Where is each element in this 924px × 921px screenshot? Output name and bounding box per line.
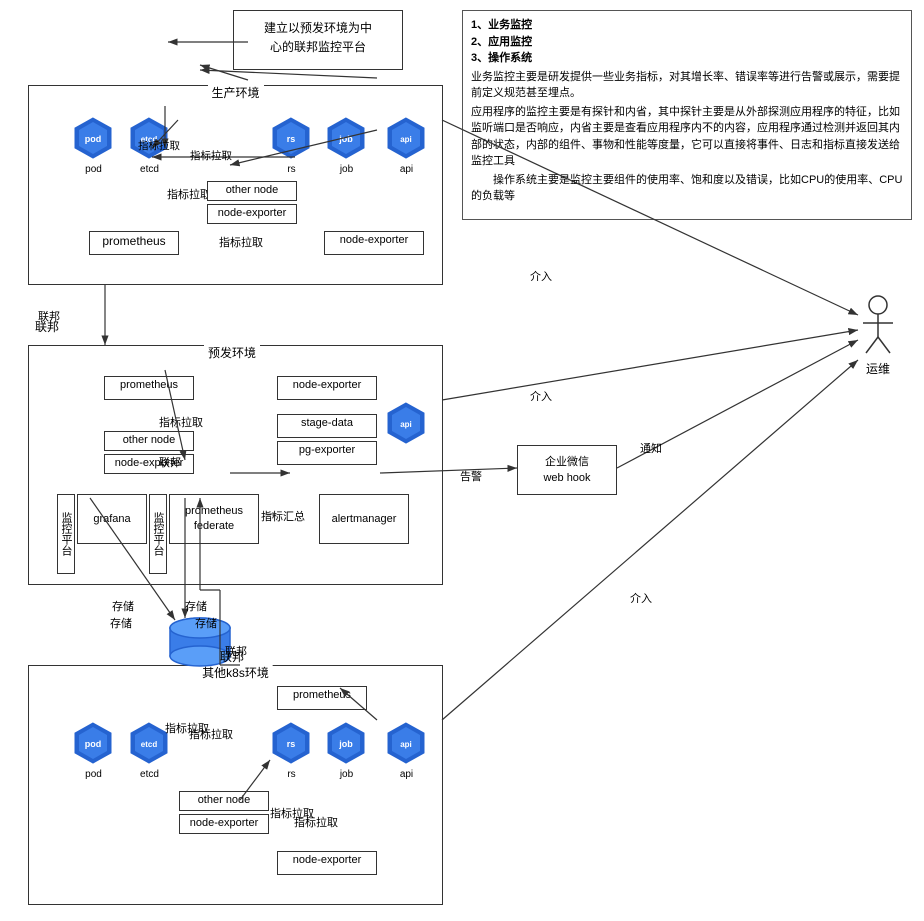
grafana: grafana xyxy=(77,494,147,544)
title-line2: 心的联邦监控平台 xyxy=(244,38,392,57)
node-exporter-other-bottom: node-exporter xyxy=(277,851,377,875)
staging-label: 预发环境 xyxy=(204,344,260,361)
alertmanager: alertmanager xyxy=(319,494,409,544)
storage2-arrow-label: 存储 xyxy=(185,598,207,614)
alert-label: 告警 xyxy=(460,468,482,484)
pod-icon-other: pod xyxy=(71,721,116,766)
svg-text:rs: rs xyxy=(287,739,296,749)
intervene3-label: 介入 xyxy=(630,590,652,606)
federate-stage-label: 联邦 xyxy=(159,454,181,470)
svg-text:job: job xyxy=(338,739,353,749)
pod-label: pod xyxy=(71,164,116,175)
api-icon-prod: api xyxy=(384,116,429,161)
note-line3: 3、操作系统 xyxy=(471,50,903,67)
pod-label-other: pod xyxy=(71,769,116,780)
svg-text:api: api xyxy=(400,740,412,749)
rs-icon-prod: rs xyxy=(269,116,314,161)
pod-icon: pod xyxy=(71,116,116,161)
metrics-pull-prod2-label: 指标拉取 xyxy=(219,234,263,250)
notify-label: 通知 xyxy=(640,440,662,456)
api-label-other: api xyxy=(384,769,429,780)
rs-icon-other: rs xyxy=(269,721,314,766)
intervene2-label: 介入 xyxy=(530,388,552,404)
other-node-stage: other node xyxy=(104,431,194,451)
svg-text:etcd: etcd xyxy=(141,740,158,749)
metrics-pull-prod-arrow-label: 指标拉取 xyxy=(138,138,180,153)
job-label-other: job xyxy=(324,769,369,780)
storage-label2: 存储 xyxy=(195,615,217,631)
prometheus-prod: prometheus xyxy=(89,231,179,255)
etcd-label: etcd xyxy=(127,164,172,175)
svg-text:job: job xyxy=(338,134,353,144)
monitor-platform-label2: 监控平台 xyxy=(149,494,167,574)
title-line1: 建立以预发环境为中 xyxy=(244,19,392,38)
other-k8s-box: 其他k8s环境 prometheus pod pod etcd etcd 指标拉… xyxy=(28,665,443,905)
other-node-other: other node xyxy=(179,791,269,811)
storage-label1: 存储 xyxy=(110,615,132,631)
svg-text:rs: rs xyxy=(287,134,296,144)
metrics-pull-stage-label: 指标拉取 xyxy=(159,414,203,430)
stage-data: stage-data xyxy=(277,414,377,438)
note-line4: 业务监控主要是研发提供一些业务指标，对其增长率、错误率等进行告警或展示，需要提前… xyxy=(471,69,903,102)
metrics-pull-prod-label: 指标拉取 xyxy=(167,186,211,202)
job-icon-prod: job xyxy=(324,116,369,161)
pg-exporter: pg-exporter xyxy=(277,441,377,465)
note-line5: 应用程序的监控主要是有探针和内省，其中探针主要是从外部探测应用程序的特征，比如监… xyxy=(471,104,903,170)
federate-prod-label: 联邦 xyxy=(38,308,60,324)
note-line6: 操作系统主要是监控主要组件的使用率、饱和度以及错误，比如CPU的使用率、CPU的… xyxy=(471,172,903,205)
note-line1: 1、业务监控 xyxy=(471,17,903,34)
metrics-pull-node-arrow-label: 指标拉取 xyxy=(190,148,232,163)
person-icon xyxy=(858,295,898,360)
prometheus-other: prometheus xyxy=(277,686,367,710)
rs-label-prod: rs xyxy=(269,164,314,175)
monitor-platform-label1: 监控平台 xyxy=(57,494,75,574)
production-label: 生产环境 xyxy=(207,84,263,101)
other-node-prod: other node xyxy=(207,181,297,201)
intervene1-label: 介入 xyxy=(530,268,552,284)
metrics-pull-other-bottom-arrow-label: 指标拉取 xyxy=(270,805,314,821)
api-icon-other: api xyxy=(384,721,429,766)
etcd-label-other: etcd xyxy=(127,769,172,780)
node-exporter-prod2: node-exporter xyxy=(324,231,424,255)
rs-label-other: rs xyxy=(269,769,314,780)
storage1-arrow-label: 存储 xyxy=(112,598,134,614)
svg-text:api: api xyxy=(400,420,412,429)
diagram: 建立以预发环境为中 心的联邦监控平台 1、业务监控 2、应用监控 3、操作系统 … xyxy=(0,0,924,921)
ops-label: 运维 xyxy=(858,360,898,377)
node-exporter-stage-top: node-exporter xyxy=(277,376,377,400)
api-icon-stage: api xyxy=(384,401,429,446)
node-exporter-other: node-exporter xyxy=(179,814,269,834)
svg-text:pod: pod xyxy=(85,134,102,144)
wechat-webhook: 企业微信web hook xyxy=(517,445,617,495)
svg-text:api: api xyxy=(400,135,412,144)
prometheus-federate: prometheusfederate xyxy=(169,494,259,544)
prometheus-stage: prometheus xyxy=(104,376,194,400)
staging-box: 预发环境 prometheus node-exporter 指标拉取 other… xyxy=(28,345,443,585)
title-box: 建立以预发环境为中 心的联邦监控平台 xyxy=(233,10,403,70)
node-exporter-prod: node-exporter xyxy=(207,204,297,224)
svg-text:pod: pod xyxy=(85,739,102,749)
metrics-pull-other-top-label: 指标拉取 xyxy=(165,720,209,736)
production-box: 生产环境 pod pod etcd etcd rs rs job job xyxy=(28,85,443,285)
job-label-prod: job xyxy=(324,164,369,175)
note-line2: 2、应用监控 xyxy=(471,34,903,51)
api-label-prod: api xyxy=(384,164,429,175)
federate-bottom-arrow-label: 联邦 xyxy=(225,643,247,659)
job-icon-other: job xyxy=(324,721,369,766)
note-box: 1、业务监控 2、应用监控 3、操作系统 业务监控主要是研发提供一些业务指标，对… xyxy=(462,10,912,220)
